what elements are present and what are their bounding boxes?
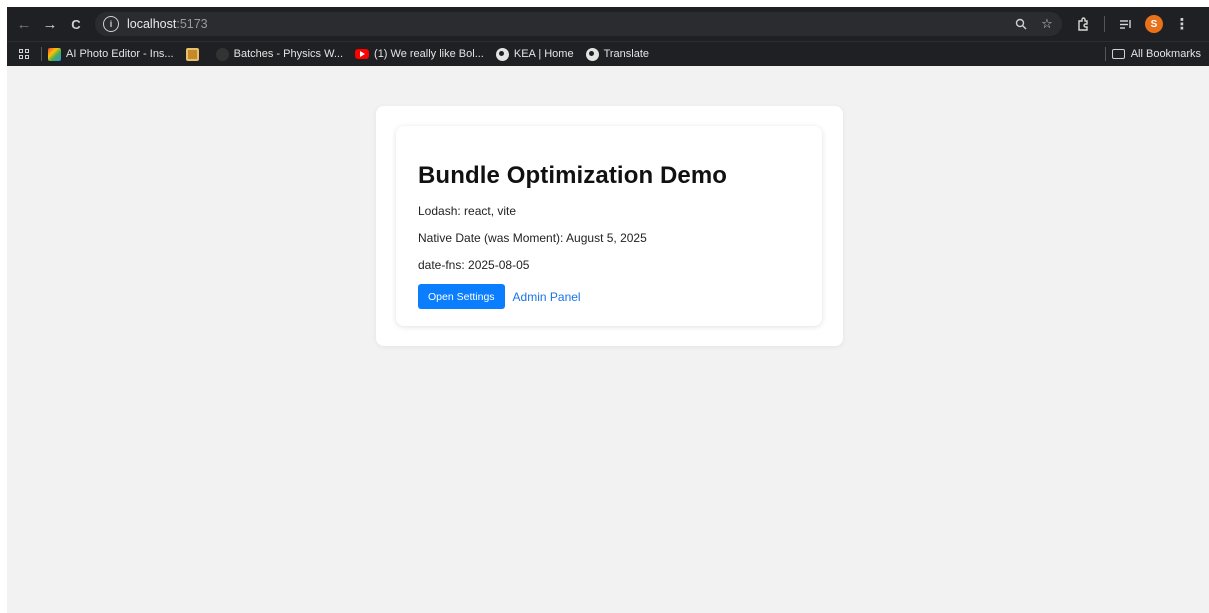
lodash-line: Lodash: react, vite	[418, 204, 517, 218]
batches-favicon-icon	[215, 47, 229, 61]
photo-favicon-icon	[185, 47, 199, 61]
reload-icon[interactable]: C	[63, 11, 89, 37]
toolbar-divider	[1104, 16, 1105, 32]
page-content: Bundle Optimization Demo Lodash: react, …	[7, 67, 1209, 613]
forward-icon[interactable]: →	[37, 11, 63, 37]
bookmark-label: Batches - Physics W...	[233, 48, 344, 60]
admin-panel-link[interactable]: Admin Panel	[513, 290, 581, 304]
apps-icon[interactable]	[13, 49, 35, 59]
bookmarks-divider	[1104, 47, 1106, 61]
native-date-line: Native Date (was Moment): August 5, 2025	[418, 231, 647, 245]
extensions-icon[interactable]	[1070, 11, 1096, 37]
youtube-favicon-icon	[355, 49, 370, 59]
url-host: localhost	[127, 17, 177, 31]
all-bookmarks-label: All Bookmarks	[1130, 48, 1201, 60]
open-settings-button[interactable]: Open Settings	[418, 284, 505, 309]
bookmark-photo[interactable]	[185, 47, 204, 61]
bookmark-kea-home[interactable]: KEA | Home	[495, 47, 574, 61]
bookmark-label: Translate	[603, 48, 650, 60]
star-icon[interactable]: ☆	[1036, 13, 1058, 35]
avatar: S	[1145, 15, 1163, 33]
bookmarks-bar: AI Photo Editor - Ins... Batches - Physi…	[7, 41, 1209, 66]
bookmarks-divider	[41, 47, 42, 61]
bookmark-label: AI Photo Editor - Ins...	[66, 48, 174, 60]
bookmark-label: (1) We really like Bol...	[374, 48, 484, 60]
menu-icon[interactable]: ⋮	[1169, 11, 1195, 37]
address-bar[interactable]: i localhost:5173 ☆	[95, 12, 1062, 36]
globe-icon	[495, 47, 509, 61]
back-icon[interactable]: ←	[11, 11, 37, 37]
bookmark-batches-physics[interactable]: Batches - Physics W...	[215, 47, 344, 61]
site-info-icon[interactable]: i	[103, 16, 119, 32]
profile-avatar[interactable]: S	[1141, 11, 1167, 37]
folder-icon	[1111, 49, 1125, 59]
url-port: :5173	[176, 17, 208, 31]
ai-photo-editor-favicon-icon	[48, 47, 61, 61]
media-controls-icon[interactable]	[1113, 11, 1139, 37]
bookmark-youtube[interactable]: (1) We really like Bol...	[355, 48, 484, 60]
globe-icon	[585, 47, 599, 61]
actions-row: Open Settings Admin Panel	[418, 284, 822, 309]
url-text[interactable]: localhost:5173	[127, 17, 208, 31]
browser-window: ← → C i localhost:5173 ☆ S ⋮ AI Photo Ed…	[7, 7, 1209, 613]
page-title: Bundle Optimization Demo	[418, 162, 728, 189]
outer-card: Bundle Optimization Demo Lodash: react, …	[376, 106, 843, 346]
bookmark-ai-photo-editor[interactable]: AI Photo Editor - Ins...	[48, 47, 174, 61]
demo-card: Bundle Optimization Demo Lodash: react, …	[396, 126, 822, 326]
browser-toolbar: ← → C i localhost:5173 ☆ S ⋮	[7, 7, 1209, 41]
all-bookmarks[interactable]: All Bookmarks	[1111, 48, 1201, 60]
date-fns-line: date-fns: 2025-08-05	[418, 258, 530, 272]
bookmark-translate[interactable]: Translate	[585, 47, 650, 61]
zoom-icon[interactable]	[1010, 13, 1032, 35]
bookmark-label: KEA | Home	[513, 48, 574, 60]
